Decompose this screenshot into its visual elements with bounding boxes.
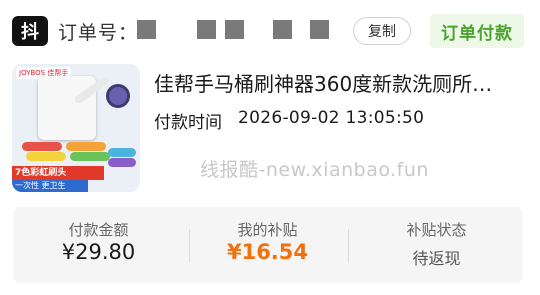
stat-paid-amount: 付款金额 ¥29.80 — [14, 207, 183, 283]
refill-disc — [66, 142, 106, 151]
product-promo-text: 7色彩虹刷头 — [12, 166, 104, 180]
order-stats-panel: 付款金额 ¥29.80 我的补贴 ¥16.54 补贴状态 待返现 — [14, 207, 522, 283]
pay-time-label: 付款时间 — [154, 113, 222, 133]
platform-logo-icon: 抖 — [12, 16, 48, 46]
order-number-mask — [137, 20, 156, 39]
pay-time-value: 2026-09-02 13:05:50 — [238, 108, 425, 128]
stat-my-subsidy: 我的补贴 ¥16.54 — [183, 207, 352, 283]
order-status-badge: 订单付款 — [430, 14, 524, 48]
stat-value: 待返现 — [412, 249, 461, 268]
stat-label: 补贴状态 — [406, 221, 467, 239]
refill-disc — [70, 152, 110, 161]
watermark-text: 线报酷-new.xianbao.fun — [200, 159, 429, 181]
order-header: 抖 订单号： 复制 订单付款 — [0, 0, 540, 60]
stat-label: 我的补贴 — [237, 221, 298, 239]
order-number-mask — [273, 20, 292, 39]
refill-disc — [108, 158, 136, 167]
stat-subsidy-status: 补贴状态 待返现 — [352, 207, 521, 283]
divider — [348, 229, 349, 263]
copy-order-button[interactable]: 复制 — [353, 17, 411, 45]
product-holder-graphic — [38, 76, 96, 140]
order-number-mask — [310, 20, 329, 39]
refill-disc — [22, 142, 62, 151]
stat-value: ¥16.54 — [226, 240, 309, 264]
product-promo-subtext: 一次性 更卫生 — [12, 180, 88, 192]
product-brush-head-graphic — [106, 84, 130, 108]
refill-disc — [108, 148, 136, 157]
stat-value: ¥29.80 — [61, 240, 136, 264]
stat-label: 付款金额 — [68, 221, 129, 239]
refill-disc — [26, 152, 66, 161]
order-number-mask — [197, 20, 216, 39]
order-number-label: 订单号： — [58, 22, 139, 44]
product-title[interactable]: 佳帮手马桶刷神器360度新款洗厕所… — [154, 68, 526, 97]
product-image[interactable]: JOYBOS 佳帮手 7色彩虹刷头 一次性 更卫生 — [12, 64, 140, 192]
order-number-mask — [225, 20, 244, 39]
